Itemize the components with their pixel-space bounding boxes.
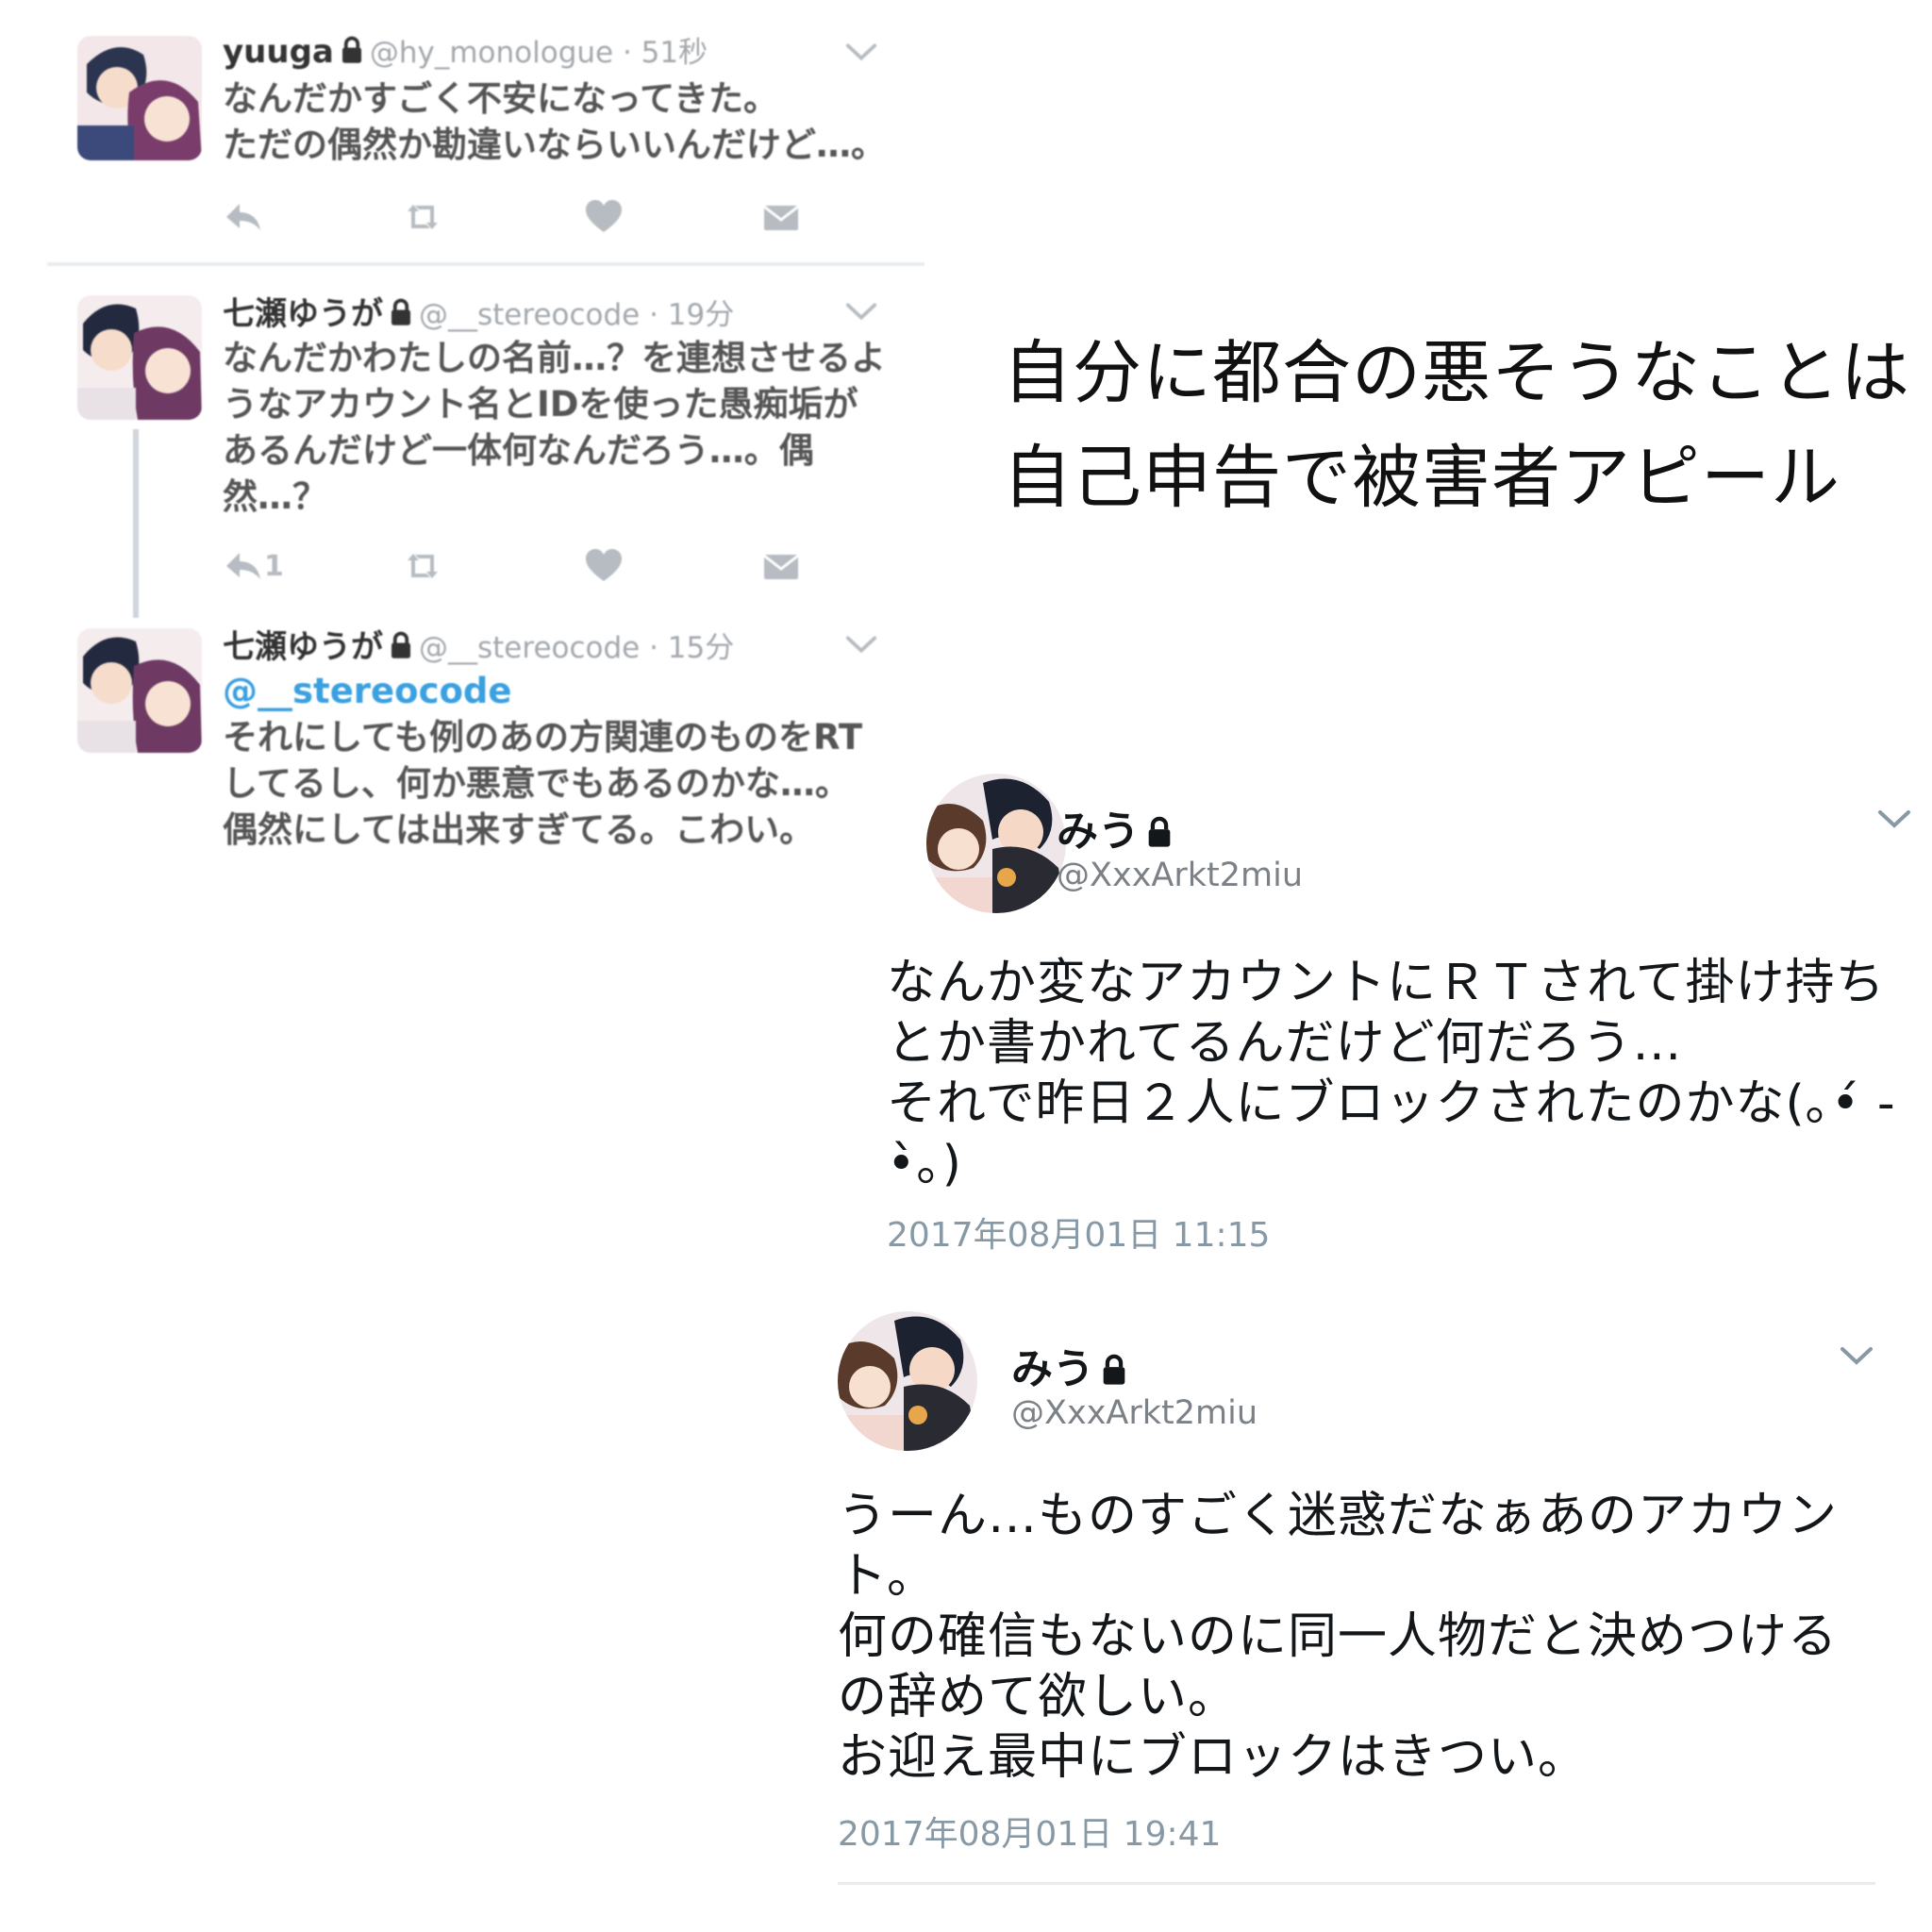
tweet-text: @__stereocode それにしても例のあの方関連のものをRT してるし、何… (223, 668, 921, 853)
left-timeline: yuuga @hy_monologue · 51秒 なんだかすごく不安になってきた… (0, 0, 929, 943)
dm-button[interactable] (760, 198, 802, 236)
tweet-line: ただの偶然か勘違いならいいんだけど…。 (223, 125, 886, 165)
tweet-line: 然…？ (223, 476, 327, 517)
tweet-line: なんだかわたしの名前…？を連想させるよ (223, 338, 886, 378)
chevron-down-icon[interactable] (1840, 1344, 1874, 1367)
divider (838, 1882, 1875, 1885)
author-name[interactable]: 七瀬ゆうが (223, 295, 383, 333)
author-meta: @hy_monologue · 51秒 (369, 36, 708, 70)
like-icon (583, 198, 625, 236)
tweet-line: それにしても例のあの方関連のものをRT (223, 717, 863, 758)
lock-icon (389, 298, 413, 326)
reply-icon (223, 547, 264, 585)
tweet-actions (223, 198, 883, 238)
author-name[interactable]: みう (1057, 808, 1140, 856)
avatar[interactable] (77, 628, 202, 753)
author-name[interactable]: みう (1011, 1345, 1094, 1393)
author-name[interactable]: 七瀬ゆうが (223, 628, 383, 666)
tweet-timestamp[interactable]: 2017年08月01日 11:15 (887, 1208, 1270, 1257)
chevron-down-icon[interactable] (845, 42, 877, 62)
reply-count: 1 (264, 549, 284, 583)
avatar[interactable] (77, 295, 202, 420)
lock-icon (1145, 816, 1174, 848)
retweet-icon (402, 547, 443, 585)
dm-icon (760, 198, 802, 236)
tweet-line: うなアカウント名とIDを使った愚痴垢が (223, 384, 858, 425)
chevron-down-icon[interactable] (845, 301, 877, 322)
thread-connector (133, 429, 139, 618)
reply-icon (223, 198, 264, 236)
reply-button[interactable] (223, 198, 264, 236)
lock-icon (1100, 1354, 1128, 1386)
lock-icon (340, 36, 364, 64)
retweet-button[interactable] (402, 198, 443, 236)
tweet-text: なんだかわたしの名前…？を連想させるよ うなアカウント名とIDを使った愚痴垢が … (223, 335, 921, 520)
like-icon (583, 547, 625, 585)
like-button[interactable] (583, 547, 625, 585)
retweet-button[interactable] (402, 547, 443, 585)
tweet-timestamp[interactable]: 2017年08月01日 19:41 (838, 1807, 1221, 1856)
author-meta: @__stereocode · 15分 (419, 631, 735, 665)
retweet-icon (402, 198, 443, 236)
chevron-down-icon[interactable] (845, 634, 877, 655)
author-meta: @__stereocode · 19分 (419, 298, 735, 332)
timeline-tweet[interactable]: yuuga @hy_monologue · 51秒 なんだかすごく不安になってきた… (47, 28, 924, 264)
author-handle[interactable]: @XxxArkt2miu (1057, 857, 1303, 894)
tweet-line: あるんだけど一体何なんだろう…。偶 (223, 430, 814, 471)
tweet-line: なんだかすごく不安になってきた。 (223, 78, 779, 119)
avatar[interactable] (926, 774, 1066, 913)
avatar[interactable] (838, 1311, 977, 1451)
divider (47, 262, 924, 266)
like-button[interactable] (583, 198, 625, 236)
tweet-actions: 1 (223, 547, 883, 587)
tweet-line: 偶然にしては出来すぎてる。こわい。 (223, 809, 815, 850)
author-name[interactable]: yuuga (223, 33, 334, 71)
timeline-tweet[interactable]: 七瀬ゆうが @__stereocode · 19分 なんだかわたしの名前…？を連想… (47, 288, 924, 599)
tweet-line: してるし、何か悪意でもあるのかな…。 (223, 763, 850, 804)
caption-text: 自分に都合の悪そうなことは 自己申告で被害者アピール (1003, 333, 1910, 518)
avatar[interactable] (77, 36, 202, 160)
reply-button[interactable]: 1 (223, 547, 284, 585)
tweet-text: なんか変なアカウントにＲＴされて掛け持ち とか書かれてるんだけど何だろう… それ… (887, 955, 1896, 1192)
timeline-tweet[interactable]: 七瀬ゆうが @__stereocode · 15分 @__stereocode そ… (47, 621, 924, 866)
mention-link[interactable]: @__stereocode (223, 668, 921, 714)
tweet-text: なんだかすごく不安になってきた。 ただの偶然か勘違いならいいんだけど…。 (223, 75, 921, 168)
chevron-down-icon[interactable] (1877, 808, 1911, 830)
dm-icon (760, 547, 802, 585)
tweet-text: うーん…ものすごく迷惑だなぁあのアカウン ト。 何の確信もないのに同一人物だと決… (838, 1488, 1839, 1786)
lock-icon (389, 631, 413, 659)
author-handle[interactable]: @XxxArkt2miu (1011, 1394, 1257, 1432)
dm-button[interactable] (760, 547, 802, 585)
